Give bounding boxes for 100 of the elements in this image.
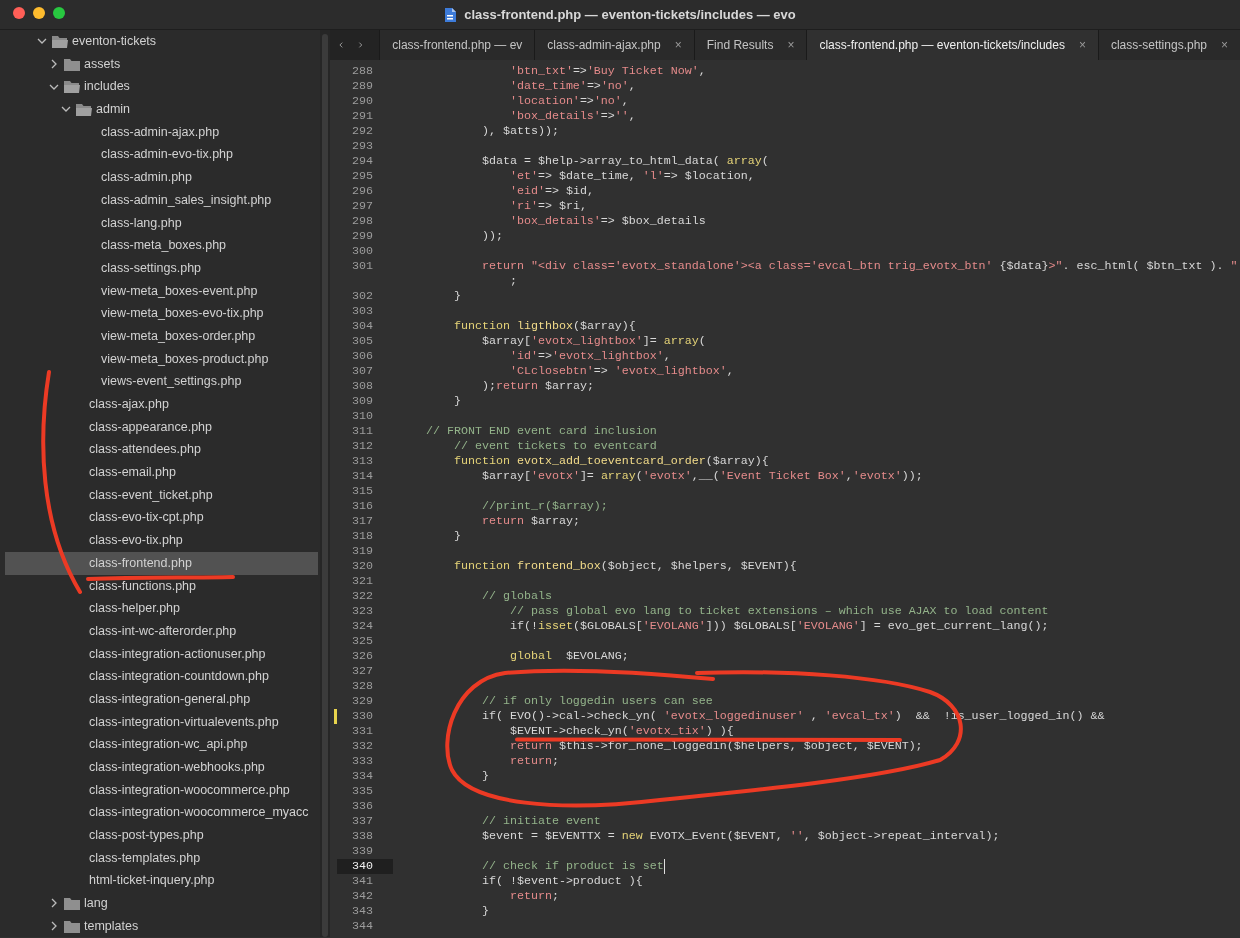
file-item[interactable]: view-meta_boxes-order.php xyxy=(5,324,318,348)
line-number: 298 xyxy=(351,214,374,229)
file-item[interactable]: class-integration-woocommerce_myacc xyxy=(5,801,318,825)
line-number: 300 xyxy=(351,244,374,259)
editor-tab[interactable]: class-admin-ajax.php × xyxy=(534,30,694,60)
file-item[interactable]: class-appearance.php xyxy=(5,415,318,439)
line-number: 322 xyxy=(351,589,374,604)
line-number: 343 xyxy=(351,904,374,919)
line-number: 330 xyxy=(351,709,374,724)
editor-tab[interactable]: class-frontend.php — eventon-tickets/includes × xyxy=(806,30,1098,60)
file-item[interactable]: class-email.php xyxy=(5,461,318,484)
file-item[interactable]: class-settings.php xyxy=(5,256,318,280)
file-item[interactable]: view-meta_boxes-product.php xyxy=(5,347,318,371)
file-item[interactable]: class-event_ticket.php xyxy=(5,483,318,507)
line-number: 307 xyxy=(351,364,374,379)
file-item[interactable]: class-admin-ajax.php xyxy=(5,120,318,144)
line-number: 342 xyxy=(351,889,374,904)
line-number: 344 xyxy=(351,919,374,934)
editor-tab[interactable]: class-settings.php × xyxy=(1097,30,1240,60)
line-number: 329 xyxy=(351,694,374,709)
code-line: // event tickets to eventcard xyxy=(452,439,657,454)
file-item[interactable]: class-integration-webhooks.php xyxy=(5,756,318,779)
line-number: 327 xyxy=(351,664,374,679)
file-item[interactable]: class-functions.php xyxy=(5,574,318,598)
code-line: return "<div class='evotx_standalone'><a class='evcal_btn trig_evotx_btn' {$data}>". esc_html( $btn_txt ). " xyxy=(480,259,1238,274)
code-line: )); xyxy=(480,229,503,244)
code-line: if(!isset($GLOBALS['EVOLANG'])) $GLOBALS['EVOLANG'] = evo_get_current_lang(); xyxy=(508,619,1049,634)
line-number: 333 xyxy=(351,754,374,769)
folder-item[interactable]: admin xyxy=(5,98,318,121)
folder-icon xyxy=(64,919,80,933)
file-item[interactable]: class-templates.php xyxy=(5,846,318,870)
code-line: ; xyxy=(508,274,517,289)
file-item[interactable]: class-integration-actionuser.php xyxy=(5,642,318,666)
line-number: 316 xyxy=(351,499,374,514)
editor-tab[interactable]: Find Results × xyxy=(693,30,807,60)
file-item[interactable]: class-integration-woocommerce.php xyxy=(5,778,318,802)
folder-item[interactable]: templates xyxy=(5,914,318,937)
file-item[interactable]: class-integration-general.php xyxy=(5,687,318,711)
folder-item[interactable]: assets xyxy=(5,52,318,76)
code-line: 'box_details'=>'', xyxy=(508,109,636,124)
close-tab-button[interactable]: × xyxy=(1221,36,1228,54)
file-item[interactable]: class-post-types.php xyxy=(5,824,318,847)
code-line: // FRONT END event card inclusion xyxy=(424,424,657,439)
file-item[interactable]: class-int-wc-afterorder.php xyxy=(5,619,318,643)
line-number: 336 xyxy=(351,799,374,814)
folder-item[interactable]: lang xyxy=(5,892,318,915)
file-item[interactable]: class-integration-countdown.php xyxy=(5,665,318,688)
file-item[interactable]: view-meta_boxes-evo-tix.php xyxy=(5,302,318,325)
editor-tab[interactable]: class-frontend.php — ev xyxy=(379,30,535,60)
folder-icon xyxy=(76,102,92,116)
code-line: // globals xyxy=(480,589,552,604)
file-item[interactable]: class-attendees.php xyxy=(5,438,318,462)
file-item[interactable]: views-event_settings.php xyxy=(5,370,318,393)
code-line: function ligthbox($array){ xyxy=(452,319,636,334)
file-item[interactable]: class-integration-wc_api.php xyxy=(5,733,318,756)
file-item[interactable]: class-helper.php xyxy=(5,597,318,620)
close-button[interactable] xyxy=(13,7,25,19)
file-item[interactable]: class-integration-virtualevents.php xyxy=(5,710,318,734)
line-number: 339 xyxy=(351,844,374,859)
folder-icon xyxy=(52,34,68,48)
code-line: global $EVOLANG; xyxy=(508,649,629,664)
folder-icon xyxy=(64,80,80,94)
line-number: 301 xyxy=(351,259,374,274)
minimize-button[interactable] xyxy=(33,7,45,19)
file-item[interactable]: view-meta_boxes-event.php xyxy=(5,279,318,303)
close-tab-button[interactable]: × xyxy=(1078,36,1086,54)
file-item[interactable]: html-ticket-inquery.php xyxy=(5,869,318,893)
line-number: 308 xyxy=(351,379,374,394)
folder-icon xyxy=(64,57,80,71)
line-number: 323 xyxy=(351,604,374,619)
line-number: 335 xyxy=(351,784,374,799)
code-line: // check if product is set xyxy=(480,859,664,874)
file-item[interactable]: class-evo-tix.php xyxy=(5,529,318,552)
line-number: 324 xyxy=(351,619,374,634)
file-item[interactable]: class-evo-tix-cpt.php xyxy=(5,506,318,530)
line-number: 334 xyxy=(351,769,374,784)
file-item[interactable]: class-admin-evo-tix.php xyxy=(5,143,318,167)
line-number: 289 xyxy=(351,79,374,94)
line-number: 311 xyxy=(351,424,374,439)
code-line: // if only loggedin users can see xyxy=(480,694,713,709)
code-line: } xyxy=(480,769,489,784)
line-number: 318 xyxy=(351,529,374,544)
file-item[interactable]: class-frontend.php xyxy=(5,551,318,575)
close-tab-button[interactable]: × xyxy=(787,36,795,54)
file-item[interactable]: class-meta_boxes.php xyxy=(5,234,318,257)
line-number: 291 xyxy=(351,109,374,124)
close-tab-button[interactable]: × xyxy=(674,36,682,54)
file-item[interactable]: class-admin_sales_insight.php xyxy=(5,188,318,212)
folder-item[interactable]: eventon-tickets xyxy=(5,30,318,53)
document-icon xyxy=(444,7,457,22)
line-number: 304 xyxy=(351,319,374,334)
folder-item[interactable]: includes xyxy=(5,75,318,99)
code-line: function frontend_box($object, $helpers, $EVENT){ xyxy=(452,559,797,574)
file-item[interactable]: class-ajax.php xyxy=(5,393,318,416)
line-number: 310 xyxy=(351,409,374,424)
file-item[interactable]: class-lang.php xyxy=(5,211,318,235)
code-line: return $this->for_none_loggedin($helpers, $object, $EVENT); xyxy=(508,739,923,754)
line-number: 313 xyxy=(351,454,374,469)
zoom-button[interactable] xyxy=(53,7,65,19)
file-item[interactable]: class-admin.php xyxy=(5,166,318,189)
